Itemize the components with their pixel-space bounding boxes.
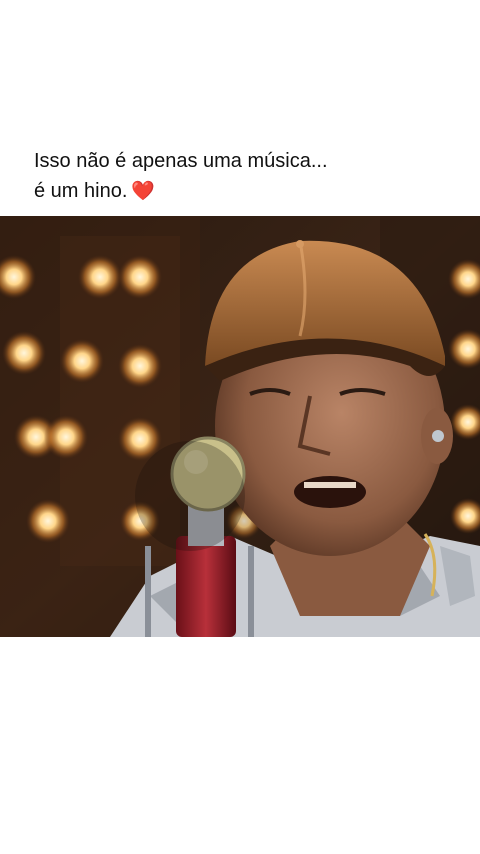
caption-line-2-text: é um hino. — [34, 180, 128, 202]
video-player[interactable] — [0, 216, 480, 637]
post-caption: Isso não é apenas uma música... é um hin… — [34, 146, 454, 207]
heart-emoji: ❤️ — [131, 181, 156, 202]
post-screen: Isso não é apenas uma música... é um hin… — [0, 0, 480, 854]
caption-line-1: Isso não é apenas uma música... — [34, 150, 328, 172]
caption-line-2: é um hino. ❤️ — [34, 176, 454, 207]
video-frame — [0, 216, 480, 637]
